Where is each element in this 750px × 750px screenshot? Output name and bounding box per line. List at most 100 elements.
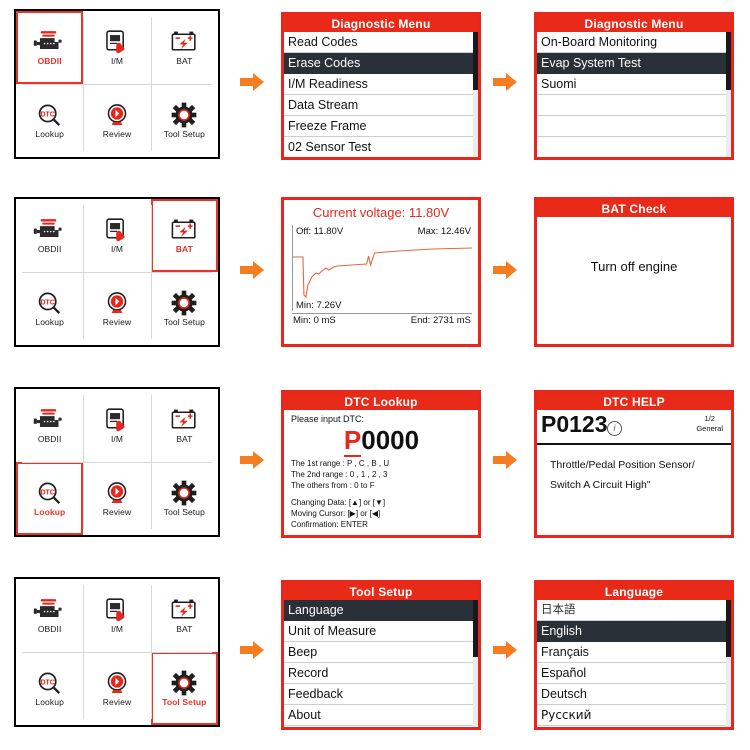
home-tile-obdii[interactable]: OBDII [16,11,84,84]
menu-list[interactable]: Language Unit of Measure Beep Record Fee… [284,600,478,727]
home-tile-label: OBDII [37,434,62,445]
home-tile-label: Tool Setup [163,507,205,518]
home-tile-bat[interactable]: BAT [150,199,218,272]
home-tile-im[interactable]: I/M [83,389,150,462]
list-item[interactable]: 日本語 [537,600,731,621]
home-tile-im[interactable]: I/M [83,579,150,652]
flow-row-1: OBDII I/M BAT DTC Lookup Review Tool Set… [0,5,750,170]
home-tile-bat[interactable]: BAT [151,389,218,462]
list-item [537,116,731,137]
home-tile-bat[interactable]: BAT [151,11,218,84]
home-tile-review[interactable]: Review [83,652,150,725]
list-item[interactable]: Data Stream [284,95,478,116]
list-item[interactable]: Français [537,642,731,663]
scrollbar-thumb[interactable] [473,32,478,90]
list-item[interactable]: On-Board Monitoring [537,32,731,53]
home-tile-tool-setup[interactable]: Tool Setup [151,272,218,345]
tablet-hand-icon [106,218,125,242]
flow-arrow [493,259,519,281]
list-item[interactable]: About [284,705,478,726]
device-home-grid-row2: OBDII I/M BAT DTC Lookup Review Tool Set… [14,197,220,347]
list-item[interactable]: Русский [537,705,731,726]
svg-text:DTC: DTC [40,680,54,687]
home-tile-label: Review [102,507,132,518]
engine-icon [33,31,62,50]
gear-icon [171,290,197,316]
list-item[interactable]: Evap System Test [537,53,731,74]
flow-arrow [240,259,266,281]
list-item[interactable]: Español [537,663,731,684]
dtc-code-digits[interactable]: 0000 [361,425,419,455]
flow-arrow [493,449,519,471]
dtc-key-hint: Confirmation: ENTER [291,520,368,530]
scrollbar[interactable] [726,600,731,727]
list-item[interactable]: English [537,621,731,642]
home-tile-lookup[interactable]: DTC Lookup [16,272,83,345]
scrollbar[interactable] [473,600,478,727]
home-tile-review[interactable]: Review [83,462,150,535]
screen-dtc-lookup: DTC Lookup Please input DTC: P0000 The 1… [281,390,481,538]
dtc-magnifier-icon: DTC [38,672,60,695]
home-tile-label: Tool Setup [163,317,205,328]
home-tile-obdii[interactable]: OBDII [16,579,83,652]
home-tile-im[interactable]: I/M [83,199,150,272]
scrollbar[interactable] [726,32,731,157]
home-tile-obdii[interactable]: OBDII [16,389,83,462]
page-scope: General [696,424,723,434]
dtc-code-prefix[interactable]: P [343,425,362,457]
menu-list[interactable]: On-Board Monitoring Evap System Test Suo… [537,32,731,157]
home-tile-im[interactable]: I/M [83,11,150,84]
home-tile-label: OBDII [37,244,62,255]
list-item [537,137,731,157]
screen-title: DTC Lookup [284,393,478,410]
battery-icon [171,409,196,429]
home-tile-obdii[interactable]: OBDII [16,199,83,272]
list-item[interactable]: Feedback [284,684,478,705]
screen-title: Diagnostic Menu [537,15,731,32]
home-tile-lookup[interactable]: DTC Lookup [16,652,83,725]
scrollbar-thumb[interactable] [726,600,731,658]
home-tile-label: Tool Setup [162,697,207,708]
list-item[interactable]: Language [284,600,478,621]
list-item[interactable]: I/M Readiness [284,74,478,95]
info-icon[interactable]: i [607,421,622,436]
list-item[interactable]: Unit of Measure [284,621,478,642]
list-item[interactable]: Freeze Frame [284,116,478,137]
page-indicator: 1/2 General [696,414,723,434]
svg-text:DTC: DTC [40,300,54,307]
home-tile-review[interactable]: Review [83,84,150,157]
home-tile-review[interactable]: Review [83,272,150,345]
list-item[interactable]: Record [284,663,478,684]
home-tile-tool-setup[interactable]: Tool Setup [151,84,218,157]
tablet-hand-icon [106,30,125,54]
scrollbar[interactable] [473,32,478,157]
home-tile-tool-setup[interactable]: Tool Setup [150,652,218,725]
menu-list[interactable]: 日本語 English Français Español Deutsch Рус… [537,600,731,727]
home-tile-bat[interactable]: BAT [151,579,218,652]
list-item[interactable]: Erase Codes [284,53,478,74]
home-tile-lookup[interactable]: DTC Lookup [16,84,83,157]
screen-tool-setup: Tool Setup Language Unit of Measure Beep… [281,580,481,730]
home-tile-lookup[interactable]: DTC Lookup [16,462,84,535]
screen-diagnostic-menu-2: Diagnostic Menu On-Board Monitoring Evap… [534,12,734,160]
scrollbar-thumb[interactable] [726,32,731,90]
dtc-rule: The others from : 0 to F [291,481,375,491]
home-tile-label: I/M [110,56,124,67]
home-tile-label: Review [102,697,132,708]
menu-list[interactable]: Read Codes Erase Codes I/M Readiness Dat… [284,32,478,157]
device-home-grid-row1: OBDII I/M BAT DTC Lookup Review Tool Set… [14,9,220,159]
dtc-key-hints: Changing Data: [▲] or [▼] Moving Cursor:… [291,497,472,530]
list-item[interactable]: Read Codes [284,32,478,53]
list-item[interactable]: Beep [284,642,478,663]
description-line: Switch A Circuit High" [550,478,651,491]
dtc-magnifier-icon: DTC [38,292,60,315]
dtc-description: Throttle/Pedal Position Sensor/ Switch A… [537,445,731,496]
list-item[interactable]: Suomi [537,74,731,95]
scrollbar-thumb[interactable] [473,600,478,658]
list-item[interactable]: 02 Sensor Test [284,137,478,157]
dtc-code: P0123 [541,411,608,437]
dtc-code-input[interactable]: P0000 [291,425,472,457]
list-item[interactable]: Deutsch [537,684,731,705]
battery-icon [171,599,196,619]
home-tile-tool-setup[interactable]: Tool Setup [151,462,218,535]
